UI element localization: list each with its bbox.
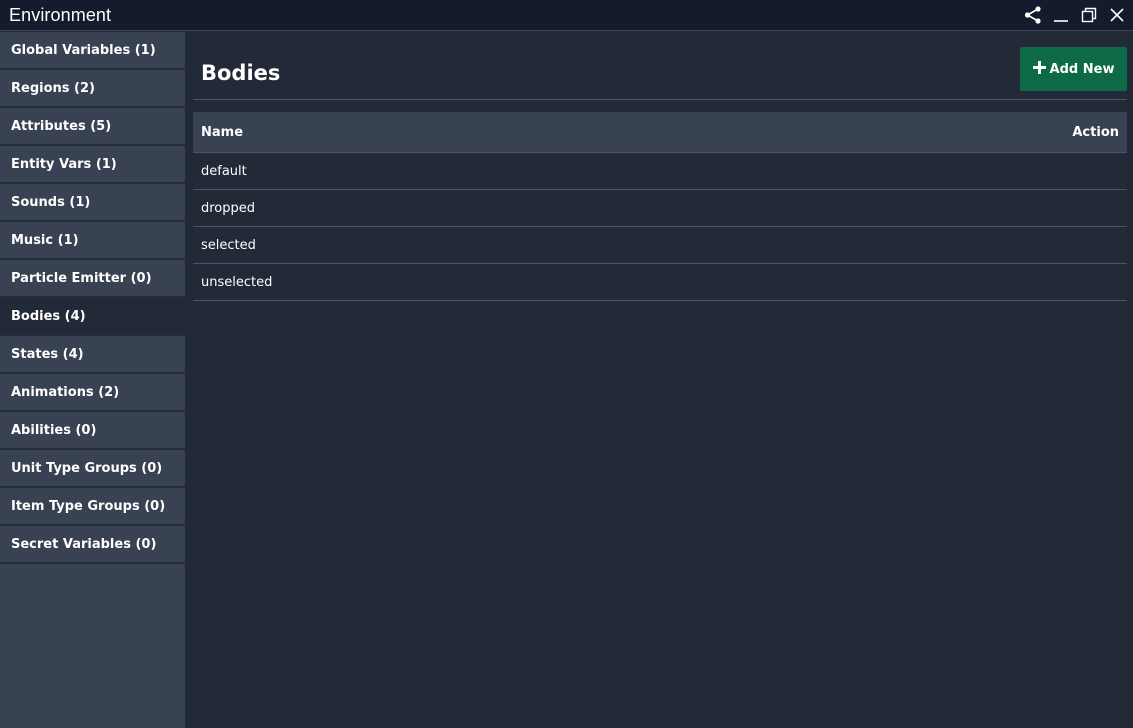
window-titlebar: Environment [0, 0, 1133, 31]
table-row[interactable]: dropped [193, 190, 1127, 227]
sidebar-item-particle-emitter[interactable]: Particle Emitter (0) [0, 260, 185, 298]
plus-icon [1032, 60, 1046, 78]
sidebar-item-sounds[interactable]: Sounds (1) [0, 184, 185, 222]
sidebar: Global Variables (1) Regions (2) Attribu… [0, 32, 185, 728]
sidebar-item-bodies[interactable]: Bodies (4) [0, 298, 185, 336]
sidebar-item-animations[interactable]: Animations (2) [0, 374, 185, 412]
sidebar-item-unit-type-groups[interactable]: Unit Type Groups (0) [0, 450, 185, 488]
main-panel: Bodies Add New Name Action default dropp… [185, 32, 1133, 728]
sidebar-item-music[interactable]: Music (1) [0, 222, 185, 260]
share-icon[interactable] [1019, 1, 1047, 29]
table-row[interactable]: selected [193, 227, 1127, 264]
minimize-icon[interactable] [1047, 1, 1075, 29]
sidebar-item-item-type-groups[interactable]: Item Type Groups (0) [0, 488, 185, 526]
page-title: Bodies [201, 61, 281, 85]
row-name: default [201, 163, 247, 179]
sidebar-item-regions[interactable]: Regions (2) [0, 70, 185, 108]
sidebar-item-attributes[interactable]: Attributes (5) [0, 108, 185, 146]
add-new-button[interactable]: Add New [1020, 47, 1127, 91]
row-name: selected [201, 237, 256, 253]
bodies-table: Name Action default dropped selected uns… [193, 112, 1127, 301]
sidebar-item-secret-variables[interactable]: Secret Variables (0) [0, 526, 185, 564]
table-row[interactable]: unselected [193, 264, 1127, 301]
column-header-action: Action [1072, 124, 1119, 140]
sidebar-item-entity-vars[interactable]: Entity Vars (1) [0, 146, 185, 184]
title-divider [193, 99, 1127, 100]
column-header-name: Name [201, 124, 244, 140]
sidebar-item-global-variables[interactable]: Global Variables (1) [0, 32, 185, 70]
sidebar-item-abilities[interactable]: Abilities (0) [0, 412, 185, 450]
restore-icon[interactable] [1075, 1, 1103, 29]
window-title: Environment [9, 4, 112, 25]
table-header: Name Action [193, 112, 1127, 153]
add-new-label: Add New [1049, 61, 1115, 77]
sidebar-item-states[interactable]: States (4) [0, 336, 185, 374]
row-name: dropped [201, 200, 256, 216]
close-icon[interactable] [1103, 1, 1131, 29]
row-name: unselected [201, 274, 273, 290]
window-controls [1019, 1, 1131, 29]
table-row[interactable]: default [193, 153, 1127, 190]
